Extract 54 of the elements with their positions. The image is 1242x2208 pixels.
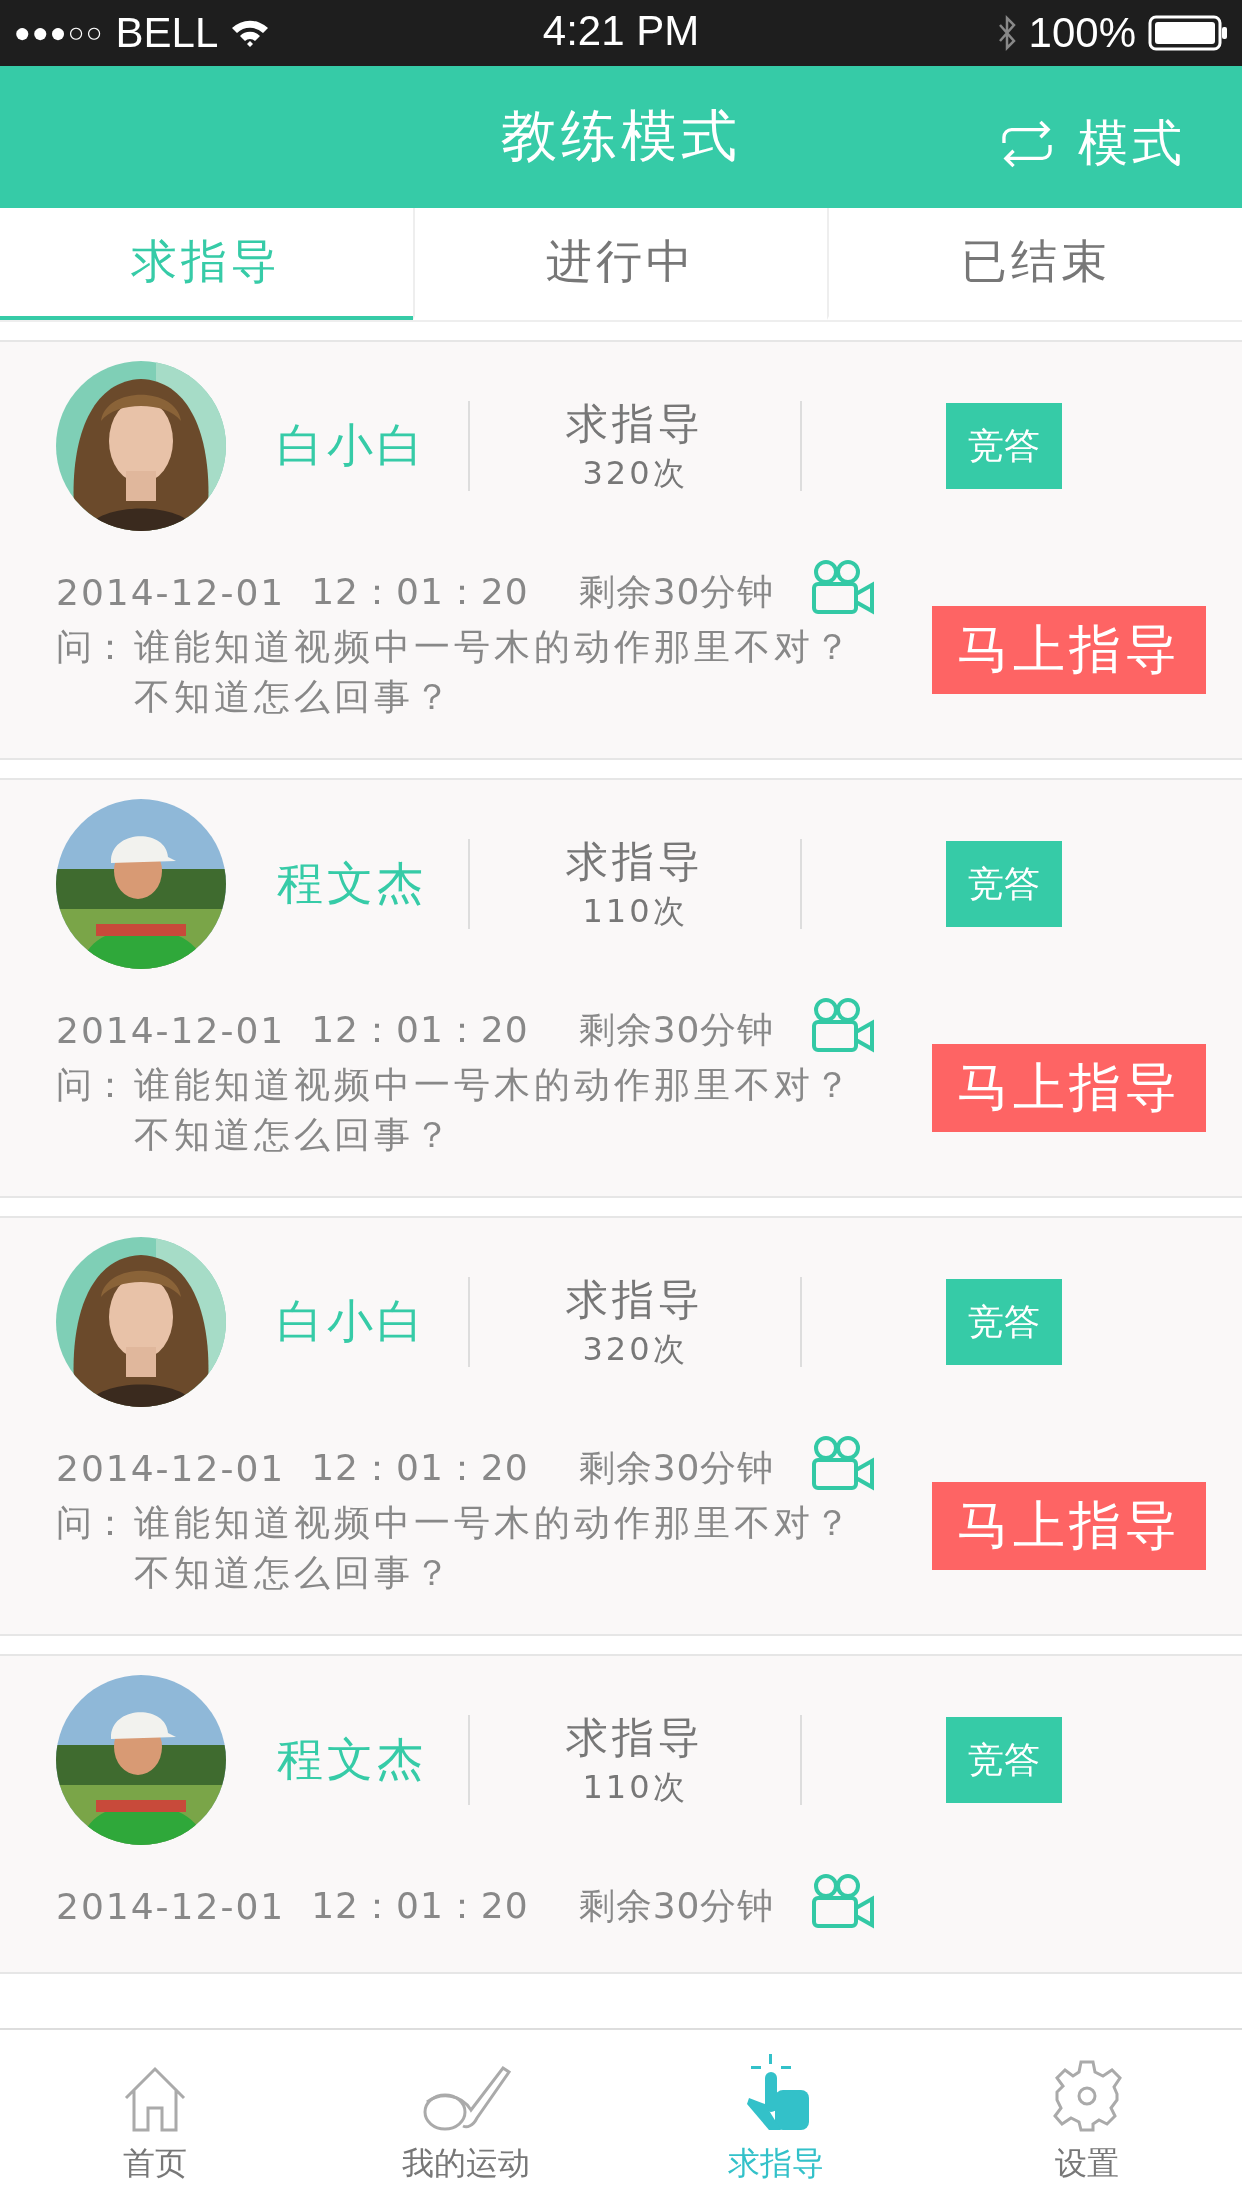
bluetooth-icon xyxy=(996,13,1017,53)
question-prefix: 问： xyxy=(56,625,129,669)
bid-button[interactable]: 竞答 xyxy=(946,1279,1062,1365)
request-count: 320次 xyxy=(582,453,688,494)
remaining-time: 剩余30分钟 xyxy=(578,1007,775,1052)
tab-bar-item[interactable]: 求指导 xyxy=(621,2030,932,2208)
remaining-time: 剩余30分钟 xyxy=(578,1883,775,1928)
post-date: 2014-12-01 xyxy=(56,1447,286,1489)
question-text: 谁能知道视频中一号木的动作那里不对？不知道怎么回事？ xyxy=(134,625,855,719)
battery-percent: 100% xyxy=(1028,9,1136,57)
post-time: 12：01：20 xyxy=(311,569,529,614)
user-name: 程文杰 xyxy=(276,1731,428,1788)
remaining-time: 剩余30分钟 xyxy=(578,569,775,614)
remaining-time: 剩余30分钟 xyxy=(578,1445,775,1490)
mode-switch-button[interactable]: 模式 xyxy=(998,110,1186,177)
video-camera-icon xyxy=(810,997,877,1053)
question-prefix: 问： xyxy=(56,1063,129,1107)
post-date: 2014-12-01 xyxy=(56,571,286,613)
question-text: 谁能知道视频中一号木的动作那里不对？不知道怎么回事？ xyxy=(134,1063,855,1157)
battery-icon xyxy=(1148,15,1228,51)
request-label: 求指导 xyxy=(566,1712,704,1764)
request-count: 110次 xyxy=(582,1767,688,1808)
user-name: 白小白 xyxy=(276,417,428,474)
request-count: 320次 xyxy=(582,1329,688,1370)
request-label: 求指导 xyxy=(566,1274,704,1326)
tab-bar-item[interactable]: 我的运动 xyxy=(310,2030,621,2208)
bid-button[interactable]: 竞答 xyxy=(946,841,1062,927)
request-count: 110次 xyxy=(582,891,688,932)
signal-strength: ●●●○○ xyxy=(14,17,104,49)
guide-now-button[interactable]: 马上指导 xyxy=(932,606,1206,694)
request-label: 求指导 xyxy=(566,836,704,888)
video-camera-icon xyxy=(810,559,877,615)
clock-time: 4:21 PM xyxy=(542,7,700,55)
question-prefix: 问： xyxy=(56,1501,129,1545)
post-time: 12：01：20 xyxy=(311,1007,529,1052)
bid-button[interactable]: 竞答 xyxy=(946,1717,1062,1803)
carrier-name: BELL xyxy=(115,9,219,57)
video-camera-icon xyxy=(810,1435,877,1491)
post-time: 12：01：20 xyxy=(311,1883,529,1928)
question-text: 谁能知道视频中一号木的动作那里不对？不知道怎么回事？ xyxy=(134,1501,855,1595)
wifi-icon xyxy=(230,18,271,48)
guide-now-button[interactable]: 马上指导 xyxy=(932,1482,1206,1570)
tab-bar-item[interactable]: 首页 xyxy=(0,2030,311,2208)
user-name: 白小白 xyxy=(276,1293,428,1350)
post-time: 12：01：20 xyxy=(311,1445,529,1490)
page-title: 教练模式 xyxy=(501,102,741,170)
post-date: 2014-12-01 xyxy=(56,1009,286,1051)
bid-button[interactable]: 竞答 xyxy=(946,403,1062,489)
user-name: 程文杰 xyxy=(276,855,428,912)
tab-bar-item[interactable]: 设置 xyxy=(931,2030,1242,2208)
guide-now-button[interactable]: 马上指导 xyxy=(932,1044,1206,1132)
request-label: 求指导 xyxy=(566,398,704,450)
video-camera-icon xyxy=(810,1873,877,1929)
post-date: 2014-12-01 xyxy=(56,1885,286,1927)
